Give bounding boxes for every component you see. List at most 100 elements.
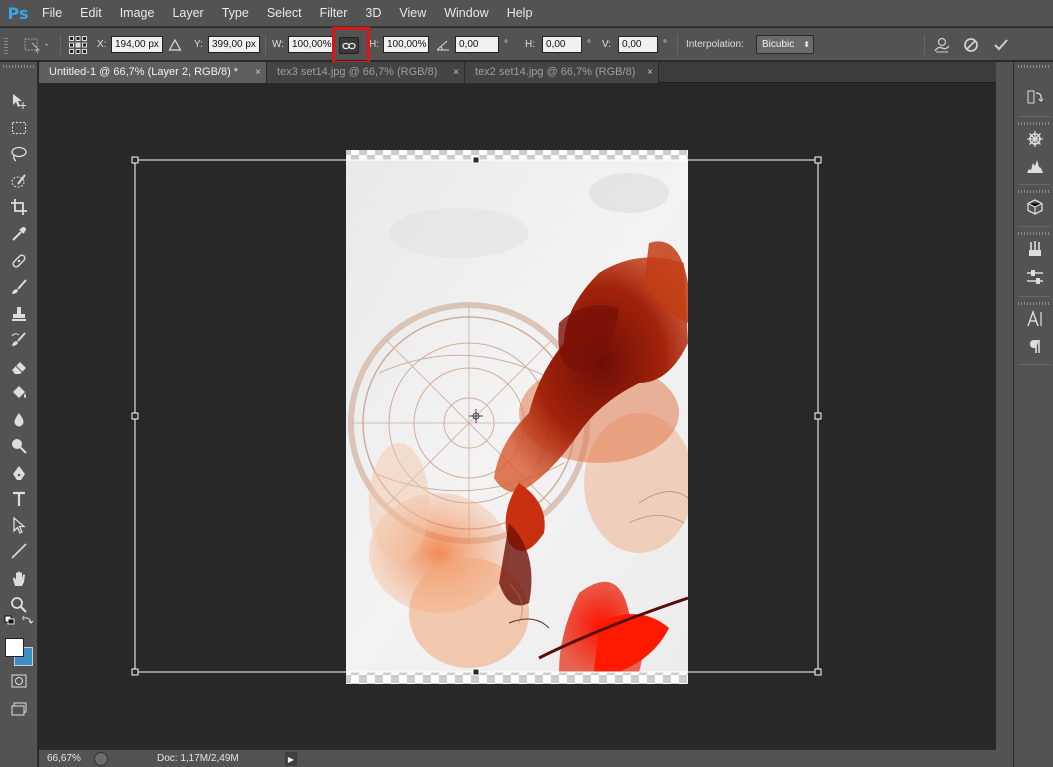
document-canvas[interactable] bbox=[39, 83, 996, 749]
clone-stamp-tool[interactable] bbox=[7, 303, 31, 325]
history-brush-icon bbox=[11, 332, 26, 346]
menu-edit[interactable]: Edit bbox=[71, 0, 111, 27]
rotate-angle-icon-wrap bbox=[436, 28, 452, 61]
quick-selection-brush-icon bbox=[11, 174, 26, 188]
panel-grip[interactable] bbox=[1018, 65, 1050, 68]
pen-nib-icon bbox=[13, 466, 25, 480]
menu-3d[interactable]: 3D bbox=[356, 0, 390, 27]
line-tool[interactable] bbox=[7, 540, 31, 562]
quick-selection-tool[interactable] bbox=[7, 170, 31, 192]
tab-tex2[interactable]: tex2 set14.jpg @ 66,7% (RGB/8) × bbox=[465, 62, 659, 83]
panel-grip[interactable] bbox=[3, 65, 35, 68]
height-percent-field[interactable]: 100,00% bbox=[383, 36, 429, 53]
tab-untitled-1[interactable]: Untitled-1 @ 66,7% (Layer 2, RGB/8) * × bbox=[39, 62, 267, 83]
warp-icon bbox=[934, 37, 950, 52]
menu-type[interactable]: Type bbox=[213, 0, 258, 27]
dock-separator bbox=[1018, 296, 1050, 297]
close-tab-icon[interactable]: × bbox=[453, 62, 459, 83]
eyedropper-tool[interactable] bbox=[7, 223, 31, 245]
rotate-angle-field[interactable]: 0,00 bbox=[455, 36, 499, 53]
brush-panel-button[interactable] bbox=[1024, 266, 1046, 288]
paint-bucket-tool[interactable] bbox=[7, 382, 31, 404]
menu-select[interactable]: Select bbox=[258, 0, 311, 27]
checkmark-icon bbox=[994, 38, 1008, 50]
histogram-panel-button[interactable] bbox=[1024, 155, 1046, 177]
menu-layer[interactable]: Layer bbox=[163, 0, 212, 27]
type-tool[interactable] bbox=[7, 488, 31, 510]
pen-tool[interactable] bbox=[7, 462, 31, 484]
close-tab-icon[interactable]: × bbox=[255, 62, 261, 83]
reference-point-locator[interactable] bbox=[68, 28, 92, 61]
healing-brush-tool[interactable] bbox=[7, 250, 31, 272]
history-panel-button[interactable] bbox=[1024, 86, 1046, 108]
eraser-icon bbox=[12, 362, 26, 374]
cancel-transform-button[interactable] bbox=[963, 28, 985, 61]
move-tool[interactable] bbox=[7, 90, 31, 112]
panel-grip[interactable] bbox=[1018, 232, 1050, 235]
menu-image[interactable]: Image bbox=[111, 0, 164, 27]
tab-tex3[interactable]: tex3 set14.jpg @ 66,7% (RGB/8) × bbox=[267, 62, 465, 83]
status-menu-arrow[interactable]: ▶ bbox=[285, 752, 297, 766]
horizontal-skew-label: H: bbox=[525, 39, 535, 50]
canvas-area[interactable] bbox=[39, 83, 996, 749]
lasso-tool[interactable] bbox=[7, 143, 31, 165]
screen-mode-icon bbox=[11, 702, 27, 716]
panel-grip[interactable] bbox=[1018, 190, 1050, 193]
commit-transform-button[interactable] bbox=[993, 28, 1015, 61]
separator bbox=[60, 34, 61, 55]
status-info-icon[interactable] bbox=[94, 752, 108, 766]
navigator-panel-button[interactable] bbox=[1024, 128, 1046, 150]
width-percent-field[interactable]: 100,00% bbox=[288, 36, 334, 53]
3d-panel-button[interactable] bbox=[1024, 196, 1046, 218]
transform-handle-bottom-center bbox=[472, 668, 480, 676]
menu-view[interactable]: View bbox=[390, 0, 435, 27]
separator bbox=[265, 34, 266, 55]
menu-filter[interactable]: Filter bbox=[311, 0, 357, 27]
menu-help[interactable]: Help bbox=[498, 0, 542, 27]
history-brush-tool[interactable] bbox=[7, 329, 31, 351]
character-a-icon bbox=[1027, 310, 1042, 327]
transform-handle-top-right bbox=[814, 156, 822, 164]
menu-window[interactable]: Window bbox=[435, 0, 497, 27]
panel-grip[interactable] bbox=[1018, 122, 1050, 125]
marquee-tool[interactable] bbox=[7, 117, 31, 139]
screen-mode-button[interactable] bbox=[7, 698, 31, 720]
brush-tool[interactable] bbox=[7, 276, 31, 298]
interpolation-value: Bicubic bbox=[762, 39, 795, 50]
tool-preset-picker[interactable] bbox=[22, 28, 56, 61]
select-arrows-icon: ⬍ bbox=[803, 40, 810, 49]
quick-mask-icon bbox=[11, 674, 27, 688]
x-label: X: bbox=[97, 39, 107, 50]
path-selection-tool[interactable] bbox=[7, 514, 31, 536]
vertical-skew-field[interactable]: 0,00 bbox=[618, 36, 658, 53]
options-grip[interactable] bbox=[4, 36, 8, 54]
warp-mode-button[interactable] bbox=[933, 28, 955, 61]
x-position-field[interactable]: 194,00 px bbox=[111, 36, 163, 53]
dock-collapse-strip[interactable] bbox=[996, 62, 1013, 767]
character-panel-button[interactable] bbox=[1024, 308, 1046, 330]
default-colors-button[interactable] bbox=[4, 615, 16, 625]
menu-file[interactable]: File bbox=[33, 0, 71, 27]
horizontal-skew-field[interactable]: 0,00 bbox=[542, 36, 582, 53]
eraser-tool[interactable] bbox=[7, 356, 31, 378]
swap-colors-button[interactable] bbox=[22, 615, 34, 625]
document-size-info: Doc: 1,17M/2,49M bbox=[157, 753, 239, 764]
hand-tool[interactable] bbox=[7, 568, 31, 590]
crop-icon bbox=[11, 199, 27, 215]
foreground-color-swatch[interactable] bbox=[5, 638, 24, 657]
close-tab-icon[interactable]: × bbox=[647, 62, 653, 83]
relative-positioning-toggle[interactable] bbox=[168, 28, 186, 61]
zoom-level-field[interactable]: 66,67% bbox=[39, 750, 89, 767]
paragraph-panel-button[interactable] bbox=[1024, 335, 1046, 357]
maintain-aspect-ratio-button[interactable] bbox=[339, 37, 359, 54]
blur-tool[interactable] bbox=[7, 409, 31, 431]
crop-tool[interactable] bbox=[7, 196, 31, 218]
zoom-tool[interactable] bbox=[7, 594, 31, 616]
interpolation-select[interactable]: Bicubic ⬍ bbox=[756, 35, 814, 54]
brush-presets-panel-button[interactable] bbox=[1024, 238, 1046, 260]
dodge-tool[interactable] bbox=[7, 435, 31, 457]
panel-grip[interactable] bbox=[1018, 302, 1050, 305]
y-position-field[interactable]: 399,00 px bbox=[208, 36, 260, 53]
photoshop-logo: Ps bbox=[7, 3, 29, 23]
quick-mask-button[interactable] bbox=[7, 670, 31, 692]
